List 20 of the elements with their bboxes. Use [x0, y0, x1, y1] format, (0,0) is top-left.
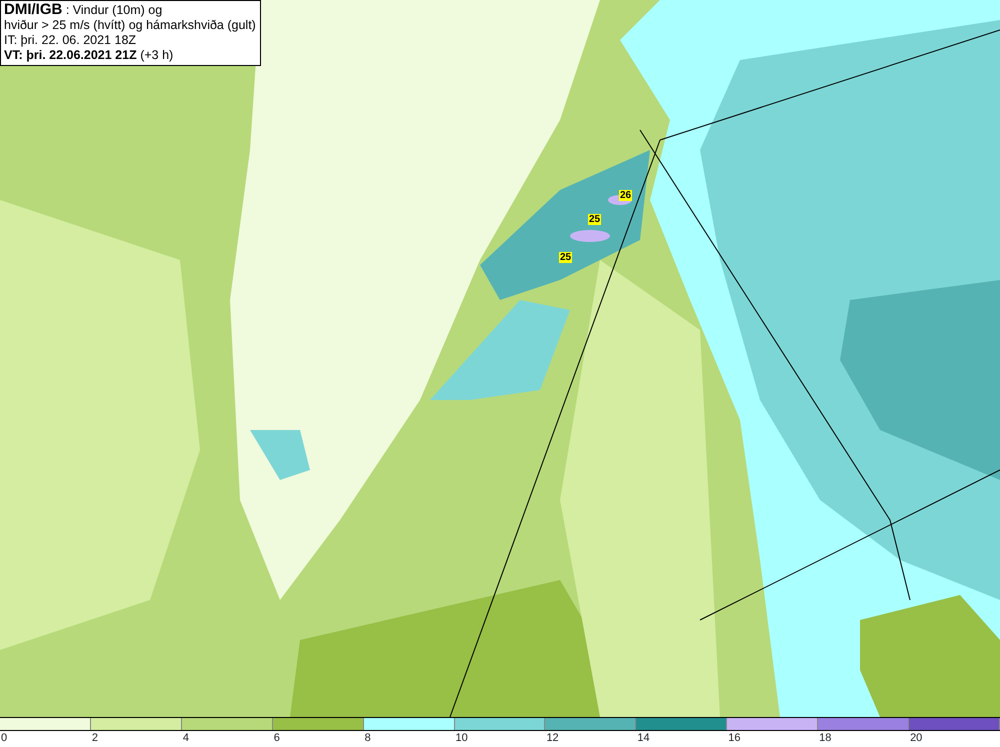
- gust-label: 26: [619, 190, 632, 201]
- legend-text: : Vindur (10m) og: [66, 3, 162, 17]
- tick-label: 8: [364, 732, 371, 744]
- tick-label: 2: [92, 732, 98, 744]
- tick-label: 18: [819, 732, 832, 744]
- legend-text: hviður > 25 m/s (hvítt) og hámarkshviða (gult): [4, 18, 256, 32]
- tick-label: 20: [910, 732, 922, 744]
- gust-label: 25: [559, 252, 572, 263]
- valid-time: VT: þri. 22.06.2021 21Z: [4, 48, 137, 62]
- tick-label: 4: [182, 732, 189, 744]
- tick-label: 0: [1, 732, 8, 744]
- legend-source: DMI/IGB: [4, 1, 62, 18]
- tick-label: 16: [728, 732, 740, 744]
- gust-label: 25: [588, 214, 602, 225]
- legend-text: IT: þri. 22. 06. 2021 18Z: [4, 33, 136, 47]
- tick-label: 6: [274, 732, 280, 744]
- lead-time: (+3 h): [140, 48, 174, 62]
- tick-label: 12: [546, 732, 559, 744]
- tick-label: 14: [637, 732, 650, 744]
- tick-label: 10: [456, 732, 468, 744]
